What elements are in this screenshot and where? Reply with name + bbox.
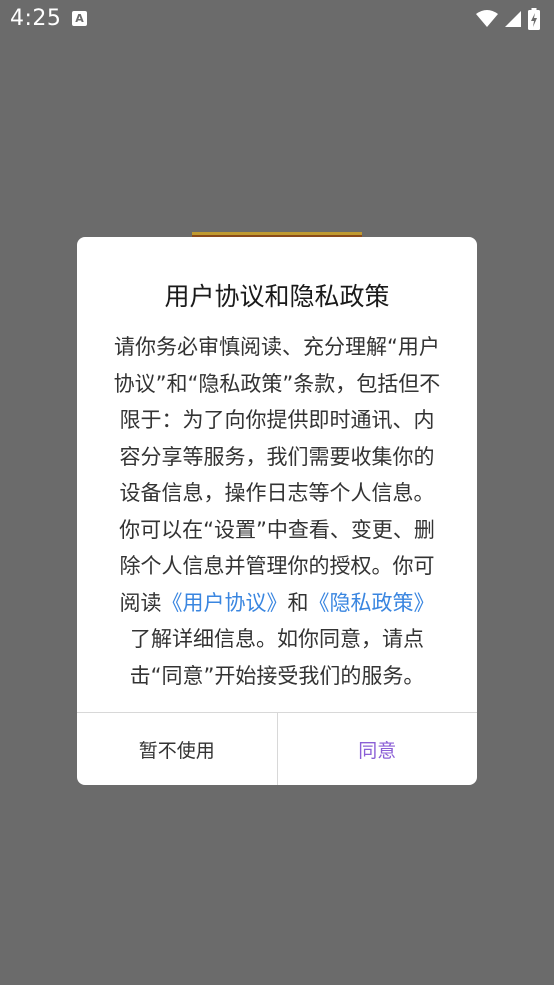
user-agreement-link[interactable]: 《用户协议》 [162,591,288,615]
body-line: 你可以在“设置”中查看、变更、删 [119,517,435,542]
dialog-title: 用户协议和隐私政策 [164,282,390,311]
body-line: 请你务必审慎阅读、充分理解“用户 [114,335,440,359]
status-time: 4:25 [10,6,62,31]
battery-charging-icon [528,8,540,30]
status-bar: 4:25 A [0,0,554,38]
wifi-icon [476,10,498,27]
body-line: 击“同意”开始接受我们的服务。 [129,663,425,688]
dialog-body: 请你务必审慎阅读、充分理解“用户 协议”和“隐私政策”条款，包括但不 限于：为了… [99,329,455,694]
decline-button[interactable]: 暂不使用 [77,713,278,785]
body-line: 协议”和“隐私政策”条款，包括但不 [113,371,441,396]
dialog-footer: 暂不使用 同意 [77,712,477,785]
privacy-policy-link[interactable]: 《隐私政策》 [309,591,435,615]
a-notification-icon: A [72,11,87,26]
agree-button[interactable]: 同意 [278,713,478,785]
screen: 4:25 A 用户协议和隐私政策 请你务必审慎阅读、充分理解“用户 协议”和“隐… [0,0,554,985]
body-line: 设备信息，操作日志等个人信息。 [119,481,435,505]
body-line: 容分享等服务，我们需要收集你的 [119,444,435,469]
cell-signal-icon [505,11,521,27]
body-line: 了解详细信息。如你同意，请点 [130,627,424,651]
status-icons [476,7,540,31]
privacy-dialog: 用户协议和隐私政策 请你务必审慎阅读、充分理解“用户 协议”和“隐私政策”条款，… [77,237,477,785]
and-text: 和 [287,590,309,615]
body-line: 限于：为了向你提供即时通讯、内 [119,408,435,432]
read-prefix: 阅读 [119,590,162,615]
body-line: 除个人信息并管理你的授权。你可 [119,554,435,578]
body-line-links: 阅读《用户协议》和《隐私政策》 [99,585,455,622]
